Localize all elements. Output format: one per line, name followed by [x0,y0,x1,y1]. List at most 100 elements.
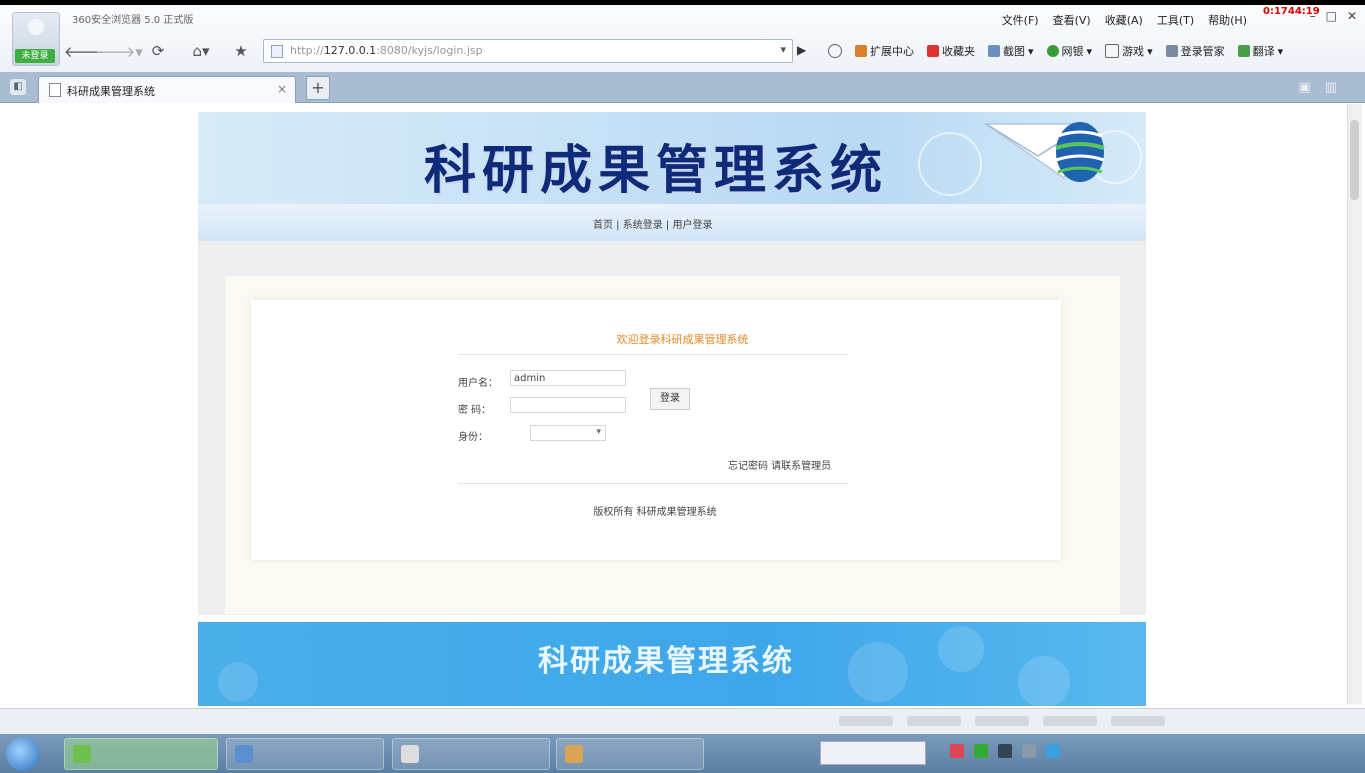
minimize-icon[interactable]: – [1310,9,1316,23]
close-window-icon[interactable]: ✕ [1347,9,1357,23]
username-label: 用户名： [458,378,498,389]
decor-bubble [1018,656,1070,706]
page-scrollbar[interactable] [1347,104,1362,704]
url-scheme: http:// [290,44,324,57]
breadcrumb: 首页 | 系统登录 | 用户登录 [593,220,713,231]
url-host: 127.0.0.1 [323,44,377,57]
tab-close-icon[interactable]: × [277,82,287,96]
toolbar-games[interactable]: 游戏 ▾ [1105,43,1153,59]
status-item[interactable] [839,716,893,726]
app-icon [565,745,583,763]
page-icon [271,45,283,58]
tab-active[interactable]: 科研成果管理系统 × [38,76,296,103]
go-icon[interactable]: ▶ [797,43,806,57]
system-tray [950,744,1060,758]
scissors-icon [988,45,1000,57]
tab-title: 科研成果管理系统 [67,85,155,98]
refresh-icon[interactable]: ⟳ [146,40,170,62]
toolbar-extensions[interactable]: 扩展中心 [855,43,914,59]
tab-bar-tools: ▣ ▥ [1298,80,1337,95]
divider [458,354,848,355]
taskbar-item[interactable] [226,738,384,770]
status-item[interactable] [1043,716,1097,726]
sidebar-toggle-icon[interactable]: ◧ [10,79,26,95]
menu-favorites[interactable]: 收藏(A) [1105,12,1143,28]
username-input[interactable] [510,370,626,386]
window-title: 360安全浏览器 5.0 正式版 [72,15,194,26]
status-item[interactable] [907,716,961,726]
toolbar-translate[interactable]: 翻译 ▾ [1237,43,1283,59]
role-select[interactable]: ▾ [530,425,606,441]
game-icon [1105,44,1120,58]
decor-bubble [218,662,258,702]
account-avatar[interactable]: 未登录 [12,12,60,66]
taskbar-item[interactable] [556,738,704,770]
address-bar[interactable]: http://127.0.0.1:8080/kyjs/login.jsp ▾ [263,39,793,63]
url-path: :8080/kyjs/login.jsp [376,44,483,57]
password-input[interactable] [510,397,626,413]
menu-bar: 文件(F) 查看(V) 收藏(A) 工具(T) 帮助(H) [1002,12,1247,28]
password-label: 密 码： [458,405,492,416]
status-item[interactable] [975,716,1029,726]
copyright-note: 版权所有 科研成果管理系统 [593,507,717,518]
address-url: http://127.0.0.1:8080/kyjs/login.jsp [290,44,483,57]
user-icon [28,19,44,35]
tray-icon[interactable] [1022,744,1036,758]
toolbar-banking[interactable]: 网银 ▾ [1046,43,1092,59]
scrollbar-thumb[interactable] [1350,120,1359,200]
forgot-password-link[interactable]: 忘记密码 请联系管理员 [728,457,831,472]
taskbar-item[interactable] [64,738,218,770]
login-status[interactable]: 未登录 [15,49,55,63]
tray-icon[interactable] [974,744,988,758]
toolbar-settings[interactable] [828,44,842,58]
menu-view[interactable]: 查看(V) [1053,12,1091,28]
settings-icon [828,44,842,58]
decor-bubble [938,626,984,672]
system-clock[interactable] [1300,741,1346,765]
status-item[interactable] [1111,716,1165,726]
menu-tools[interactable]: 工具(T) [1157,12,1194,28]
login-button[interactable]: 登录 [650,388,690,410]
window-controls: – □ ✕ [1310,9,1357,23]
browser-status-bar [0,708,1365,735]
breadcrumb-strip: 首页 | 系统登录 | 用户登录 [198,204,1146,241]
trash-icon[interactable]: ▥ [1325,80,1337,95]
tray-icon[interactable] [950,744,964,758]
start-button-icon[interactable] [6,737,40,771]
app-icon [235,745,253,763]
toolbar-screenshot[interactable]: 截图 ▾ [988,43,1034,59]
app-icon [73,745,91,763]
restore-tab-icon[interactable]: ▣ [1298,80,1310,95]
site-banner: 科研成果管理系统 [198,112,1146,204]
banner-title: 科研成果管理系统 [424,140,889,201]
site-footer: 科研成果管理系统 [198,622,1146,706]
favorites-icon [927,45,939,57]
menu-file[interactable]: 文件(F) [1002,12,1039,28]
page-favicon-icon [49,83,61,97]
favorite-star-icon[interactable]: ★ [230,40,252,62]
footer-title: 科研成果管理系统 [538,644,794,679]
tray-icon[interactable] [1046,744,1060,758]
system-logo-icon [983,122,1105,182]
translate-icon [1237,45,1250,57]
browser-toolbar: 扩展中心 收藏夹 截图 ▾ 网银 ▾ 游戏 ▾ 登录管家 翻译 ▾ [828,43,1283,59]
maximize-icon[interactable]: □ [1326,9,1337,23]
toolbar-login-manager[interactable]: 登录管家 [1165,43,1225,59]
app-icon [401,745,419,763]
bank-icon [1046,45,1059,57]
menu-help[interactable]: 帮助(H) [1208,12,1247,28]
chevron-down-icon[interactable]: ▾ [780,43,786,56]
chevron-down-icon: ▾ [596,427,601,437]
taskbar-item[interactable] [392,738,550,770]
home-icon[interactable]: ⌂▾ [184,40,218,62]
input-method-bar[interactable] [820,741,926,765]
back-arrow-icon[interactable]: 🡐 [64,40,104,62]
role-label: 身份： [458,432,488,443]
extension-icon [855,45,867,57]
login-panel [251,300,1061,560]
toolbar-favorites[interactable]: 收藏夹 [927,43,975,59]
new-tab-button[interactable]: + [306,76,330,100]
decor-bubble [848,642,908,702]
tray-icon[interactable] [998,744,1012,758]
forward-arrow-icon[interactable]: 🡒▾ [95,40,143,62]
